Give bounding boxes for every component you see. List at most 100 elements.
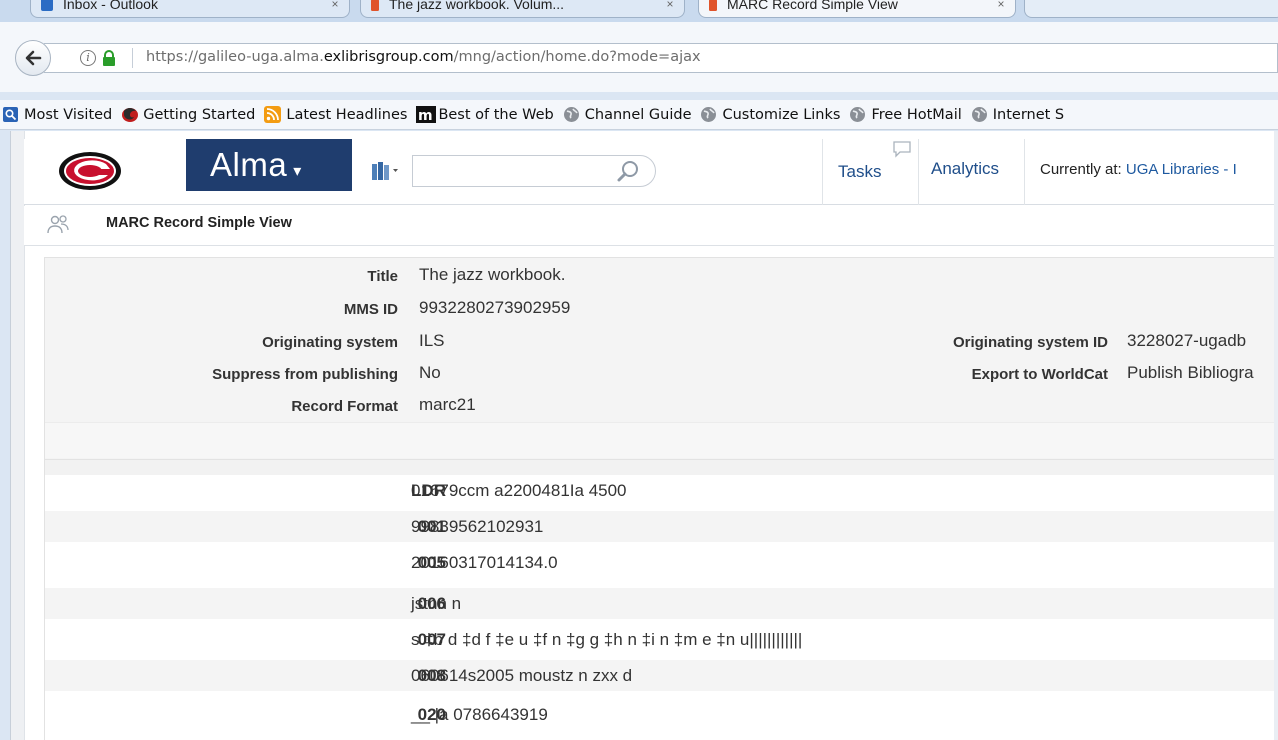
tab-jazz-workbook[interactable]: The jazz workbook. Volum... × (360, 0, 685, 18)
globe-icon (563, 106, 580, 123)
bookmark-label: Free HotMail (871, 106, 962, 123)
current-location-prefix: Currently at: (1040, 161, 1122, 178)
back-button[interactable] (15, 40, 51, 76)
originating-system-id-value: 3228027-ugadb (1127, 331, 1247, 350)
marc-row: 006 jstnn n (45, 588, 1278, 619)
marc-row: 001 99839562102931 (45, 511, 1278, 542)
bookmark-label: Customize Links (722, 106, 841, 123)
bookmark-internet-s[interactable]: Internet S (971, 106, 1064, 123)
bookmark-label: Getting Started (143, 106, 256, 123)
mms-id-value: 9932280273902959 (419, 298, 571, 317)
tasks-link[interactable]: Tasks (838, 162, 881, 182)
marc-row: 020 __ |a 0786643919 (45, 699, 1278, 730)
url-prefix: https://galileo-uga.alma. (146, 49, 324, 65)
uga-logo[interactable] (56, 148, 124, 194)
tab-marc-record[interactable]: MARC Record Simple View × (698, 0, 1016, 18)
bookmarks-toolbar: Most Visited Getting Started Latest Head… (0, 100, 1278, 130)
info-icon[interactable]: i (80, 50, 96, 66)
search-icon[interactable] (616, 158, 642, 189)
books-icon (372, 162, 398, 180)
marc-row: 007 s ‡b d ‡d f ‡e u ‡f n ‡g g ‡h n ‡i n… (45, 624, 1278, 655)
alma-favicon-icon (371, 0, 379, 11)
tab-title: Inbox - Outlook (63, 0, 158, 12)
firefox-icon (121, 106, 139, 123)
lock-icon[interactable] (102, 50, 116, 70)
bookmark-customize-links[interactable]: Customize Links (700, 106, 840, 123)
current-location-link[interactable]: UGA Libraries - I (1126, 161, 1237, 178)
mms-id-label: MMS ID (343, 301, 398, 318)
msn-icon: m (416, 106, 437, 124)
marc-row: 005 20160317014134.0 (45, 547, 1278, 578)
tab-title: The jazz workbook. Volum... (389, 0, 565, 12)
outlook-icon (41, 0, 53, 11)
globe-icon (700, 106, 717, 123)
originating-system-label: Originating system (262, 334, 398, 351)
rss-icon (264, 106, 282, 123)
current-location: Currently at: UGA Libraries - I (1040, 161, 1237, 178)
bookmark-label: Best of the Web (438, 106, 554, 123)
left-frame-strip (11, 131, 25, 740)
marc-value: jstnn n (411, 594, 462, 613)
alma-menu-button[interactable]: Alma ▾ (186, 139, 352, 191)
bookmark-best-of-web[interactable]: m Best of the Web (416, 106, 554, 124)
header-divider (918, 139, 919, 205)
header-divider (1024, 139, 1025, 205)
header-divider (822, 139, 823, 205)
globe-icon (849, 106, 866, 123)
alma-favicon-icon (709, 0, 717, 11)
marc-row: 008 060614s2005 moustz n zxx d (45, 660, 1278, 691)
back-arrow-icon (25, 50, 42, 66)
bookmark-getting-started[interactable]: Getting Started (121, 106, 255, 123)
suppress-value: No (419, 363, 441, 382)
globe-icon (971, 106, 988, 123)
detail-panel-band (45, 422, 1278, 458)
tab-strip: Inbox - Outlook × The jazz workbook. Vol… (0, 0, 1278, 22)
title-label: Title (367, 268, 398, 285)
alma-logo-text: Alma (210, 146, 288, 183)
marc-fields-list: LDR 01679ccm a2200481Ia 4500 001 9983956… (44, 459, 1278, 740)
marc-separator (45, 459, 1278, 475)
export-worldcat-value: Publish Bibliogra (1127, 363, 1254, 382)
export-worldcat-label: Export to WorldCat (971, 366, 1108, 383)
bookmark-label: Latest Headlines (286, 106, 408, 123)
close-icon[interactable]: × (656, 0, 684, 11)
search-page-icon (2, 106, 19, 123)
marc-row: LDR 01679ccm a2200481Ia 4500 (45, 475, 1278, 506)
title-value: The jazz workbook. (419, 265, 566, 284)
page-title: MARC Record Simple View (106, 215, 292, 231)
tab-inbox-outlook[interactable]: Inbox - Outlook × (30, 0, 350, 18)
marc-value: 01679ccm a2200481Ia 4500 (411, 481, 627, 500)
url-path: /mng/action/home.do?mode=ajax (453, 49, 701, 65)
bookmark-channel-guide[interactable]: Channel Guide (563, 106, 692, 123)
url-separator (132, 48, 133, 68)
tab-title: MARC Record Simple View (727, 0, 898, 12)
new-tab-area[interactable] (1024, 0, 1278, 18)
analytics-link[interactable]: Analytics (931, 159, 999, 179)
url-text[interactable]: https://galileo-uga.alma.exlibrisgroup.c… (146, 49, 701, 65)
record-detail-panel (44, 257, 1278, 459)
originating-system-value: ILS (419, 331, 445, 350)
record-format-value: marc21 (419, 395, 476, 414)
close-icon[interactable]: × (321, 0, 349, 11)
originating-system-id-label: Originating system ID (952, 334, 1108, 351)
bookmark-free-hotmail[interactable]: Free HotMail (849, 106, 962, 123)
close-icon[interactable]: × (987, 0, 1015, 11)
marc-value: 20160317014134.0 (411, 553, 558, 572)
search-type-selector[interactable] (368, 158, 412, 184)
bookmark-most-visited[interactable]: Most Visited (2, 106, 112, 123)
right-edge (1274, 131, 1278, 740)
url-domain: exlibrisgroup.com (323, 49, 454, 65)
bookmark-label: Most Visited (24, 106, 113, 123)
people-icon[interactable] (46, 214, 70, 241)
bookmark-label: Internet S (992, 106, 1065, 123)
svg-text:m: m (418, 108, 433, 123)
speech-bubble-icon[interactable] (892, 140, 912, 163)
navigation-bar: i https://galileo-uga.alma.exlibrisgroup… (0, 22, 1278, 92)
marc-value: 99839562102931 (411, 517, 544, 536)
marc-value: 060614s2005 moustz n zxx d (411, 666, 633, 685)
bookmark-label: Channel Guide (584, 106, 692, 123)
chevron-down-icon: ▾ (293, 163, 302, 180)
url-bar[interactable]: i https://galileo-uga.alma.exlibrisgroup… (44, 43, 1278, 73)
marc-value: s ‡b d ‡d f ‡e u ‡f n ‡g g ‡h n ‡i n ‡m … (411, 630, 803, 649)
bookmark-latest-headlines[interactable]: Latest Headlines (264, 106, 407, 123)
